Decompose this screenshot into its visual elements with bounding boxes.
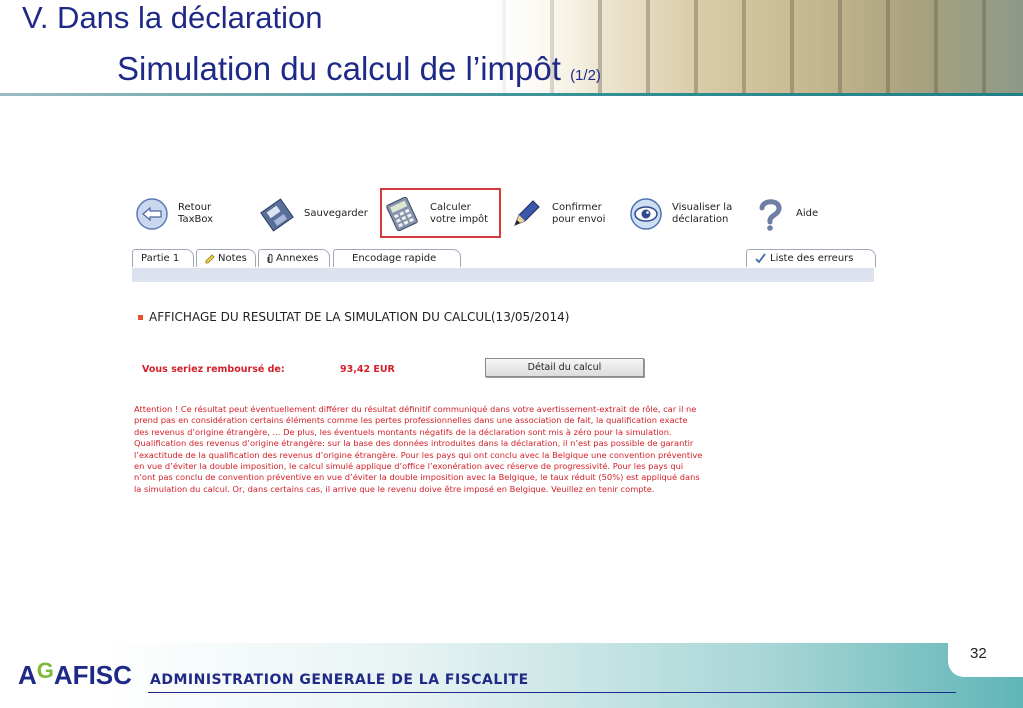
agfisc-logo: AGAFISC [18,658,132,691]
logo-a: A [18,660,37,690]
view-declaration-label: Visualiser la déclaration [672,202,733,225]
calculator-icon [384,196,420,232]
slide-subtitle: Simulation du calcul de l’impôt (1/2) [117,50,601,88]
slide-subtitle-page: (1/2) [570,67,601,84]
warning-text: Attention ! Ce résultat peut éventuellem… [134,404,703,494]
refund-label: Vous seriez remboursé de: [142,364,285,375]
calculate-tax-button[interactable]: Calculer votre impôt [384,190,488,238]
tab-partie-1[interactable]: Partie 1 [132,249,194,267]
save-label: Sauvegarder [304,208,368,219]
checkmark-icon [755,253,766,264]
slide-title: V. Dans la déclaration [22,0,323,35]
tax-on-web-panel: Retour TaxBox Sauvegarder Calculer votre… [128,186,890,516]
tab-partie-1-label: Partie 1 [141,253,180,264]
result-section-title: AFFICHAGE DU RESULTAT DE LA SIMULATION D… [138,310,569,324]
section-bullet [138,314,143,320]
tab-error-list-label: Liste des erreurs [770,253,854,264]
help-label: Aide [796,208,819,219]
header-divider [0,93,1023,96]
refund-amount: 93,42 EUR [340,364,395,375]
tab-encodage-rapide[interactable]: Encodage rapide [333,249,461,267]
confirm-send-button[interactable]: Confirmer pour envoi [508,190,605,238]
tab-strip: Partie 1 Notes Annexes Encodage rapide L… [132,249,876,269]
pen-icon [508,196,544,232]
tab-annexes-label: Annexes [276,253,319,264]
logo-rest: AFISC [53,660,132,690]
back-taxbox-button[interactable]: Retour TaxBox [134,190,213,238]
help-button[interactable]: Aide [752,190,818,238]
confirm-send-label: Confirmer pour envoi [552,202,606,225]
back-taxbox-label: Retour TaxBox [178,202,214,225]
calculation-detail-button[interactable]: Détail du calcul [485,358,644,377]
toolbar: Retour TaxBox Sauvegarder Calculer votre… [128,186,890,244]
tab-notes[interactable]: Notes [196,249,256,267]
question-mark-icon [752,196,788,232]
tab-encodage-label: Encodage rapide [352,253,437,264]
paperclip-icon [267,253,274,264]
tab-content-bar [132,268,874,282]
slide-subtitle-text: Simulation du calcul de l’impôt [117,50,561,87]
tab-annexes[interactable]: Annexes [258,249,330,267]
logo-g: G [36,658,54,683]
administration-label: ADMINISTRATION GENERALE DE LA FISCALITE [150,672,529,688]
result-section-title-text: AFFICHAGE DU RESULTAT DE LA SIMULATION D… [149,310,570,324]
eye-icon [628,196,664,232]
calculate-tax-label: Calculer votre impôt [430,202,489,225]
notes-icon [205,253,215,264]
view-declaration-button[interactable]: Visualiser la déclaration [628,190,732,238]
save-button[interactable]: Sauvegarder [260,190,368,238]
save-disk-icon [260,196,296,232]
tab-notes-label: Notes [218,253,247,264]
footer-underline [148,692,956,693]
page-number: 32 [970,645,987,662]
tab-error-list[interactable]: Liste des erreurs [746,249,876,267]
back-arrow-icon [134,196,170,232]
